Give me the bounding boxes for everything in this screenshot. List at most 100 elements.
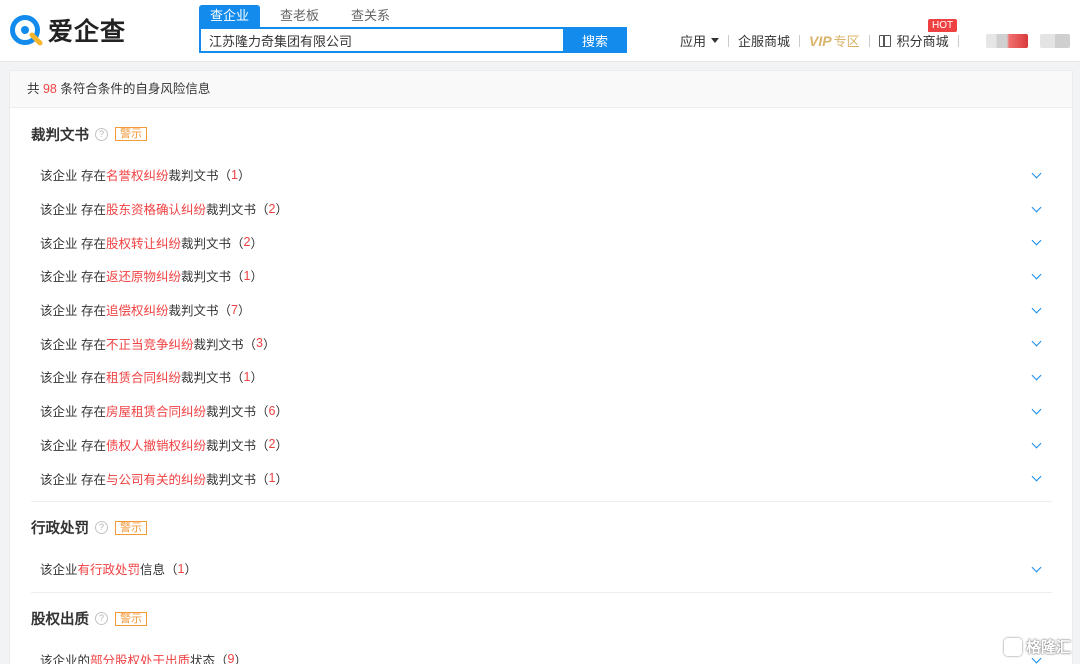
- risk-row[interactable]: 该企业 有行政处罚 信息（ 1）: [31, 552, 1052, 586]
- risk-summary: 共 98 条符合条件的自身风险信息: [10, 71, 1072, 108]
- section-title: 行政处罚: [31, 521, 89, 538]
- nav-points[interactable]: 积分商城: [878, 31, 949, 50]
- risk-type-link[interactable]: 股东资格确认纠纷: [106, 199, 206, 218]
- chevron-down-icon[interactable]: [1031, 404, 1042, 415]
- risk-type-link[interactable]: 与公司有关的纠纷: [106, 469, 206, 488]
- search-button[interactable]: 搜索: [563, 27, 627, 53]
- chevron-down-icon[interactable]: [1031, 202, 1042, 213]
- watermark: 格隆汇: [1004, 636, 1071, 657]
- help-icon[interactable]: ?: [95, 521, 108, 535]
- top-header: 爱企查 查企业 查老板 查关系 搜索 应用 企服商城 VIP 专区 积分商城 H…: [0, 0, 1080, 62]
- risk-row[interactable]: 该企业 存在 租赁合同纠纷 裁判文书（ 1）: [31, 360, 1052, 394]
- risk-count: 1: [243, 268, 251, 283]
- top-nav: 应用 企服商城 VIP 专区 积分商城: [680, 31, 968, 50]
- section-judgments: 裁判文书 ? 警示 该企业 存在 名誉权纠纷 裁判文书（ 1）该企业 存在 股东资格确认…: [10, 108, 1072, 502]
- chevron-down-icon[interactable]: [1031, 336, 1042, 347]
- nav-mall-label: 企服商城: [738, 34, 791, 49]
- row-prefix: 该企业 存在: [40, 438, 106, 453]
- row-prefix: 该企业 存在: [40, 169, 106, 184]
- search-box: 搜索: [199, 27, 627, 53]
- search-tabs: 查企业 查老板 查关系: [199, 5, 410, 27]
- chevron-down-icon[interactable]: [1031, 168, 1042, 179]
- risk-type-link[interactable]: 股权转让纠纷: [106, 233, 181, 252]
- section-header: 股权出质 ? 警示: [31, 593, 1052, 643]
- vip-zone-label: 专区: [833, 34, 860, 49]
- risk-type-link[interactable]: 不正当竞争纠纷: [106, 334, 194, 353]
- summary-prefix: 共: [27, 82, 43, 96]
- logo-text: 爱企查: [48, 18, 127, 46]
- nav-vip[interactable]: VIP 专区: [809, 31, 860, 50]
- risk-type-link[interactable]: 有行政处罚: [78, 559, 141, 578]
- chevron-down-icon[interactable]: [1031, 303, 1042, 314]
- row-suffix: 状态（: [190, 653, 228, 664]
- risk-row[interactable]: 该企业的 部分股权处于出质 状态（ 9）: [31, 643, 1052, 664]
- watermark-text: 格隆汇: [1026, 639, 1072, 656]
- risk-row[interactable]: 该企业 存在 股权转让纠纷 裁判文书（ 2）: [31, 225, 1052, 259]
- watermark-logo-icon: [1004, 637, 1022, 656]
- chevron-down-icon[interactable]: [1031, 562, 1042, 573]
- risk-count: 9: [227, 652, 235, 664]
- section-admin-penalty: 行政处罚 ? 警示 该企业 有行政处罚 信息（ 1）: [10, 502, 1072, 593]
- tab-relation[interactable]: 查关系: [339, 5, 402, 27]
- chevron-down-icon[interactable]: [1031, 438, 1042, 448]
- row-prefix: 该企业 存在: [40, 472, 106, 487]
- risk-row[interactable]: 该企业 存在 名誉权纠纷 裁判文书（ 1）: [31, 158, 1052, 192]
- nav-apps[interactable]: 应用: [680, 31, 720, 50]
- nav-mall[interactable]: 企服商城: [738, 31, 790, 50]
- row-suffix: 裁判文书（: [206, 438, 269, 453]
- row-suffix: 裁判文书（: [168, 169, 232, 184]
- risk-list: 该企业 存在 名誉权纠纷 裁判文书（ 1）该企业 存在 股东资格确认纠纷 裁判文书（ 2）该…: [31, 158, 1052, 502]
- row-suffix: 裁判文书（: [168, 304, 232, 319]
- tab-boss[interactable]: 查老板: [268, 5, 331, 27]
- chevron-down-icon[interactable]: [1031, 370, 1042, 381]
- row-suffix: 裁判文书（: [181, 371, 244, 386]
- row-end: ）: [234, 653, 248, 664]
- risk-count: 2: [268, 437, 276, 452]
- risk-row[interactable]: 该企业 存在 与公司有关的纠纷 裁判文书（ 1）: [31, 461, 1052, 495]
- summary-count: 98: [42, 82, 57, 96]
- section-title: 裁判文书: [31, 127, 89, 144]
- row-end: ）: [275, 472, 288, 487]
- row-end: ）: [275, 405, 288, 420]
- chevron-down-icon[interactable]: [1031, 269, 1042, 280]
- row-end: ）: [250, 371, 263, 386]
- chevron-down-icon[interactable]: [1031, 471, 1042, 482]
- risk-type-link[interactable]: 房屋租赁合同纠纷: [106, 401, 206, 420]
- help-icon[interactable]: ?: [95, 127, 108, 141]
- risk-row[interactable]: 该企业 存在 返还原物纠纷 裁判文书（ 1）: [31, 259, 1052, 293]
- row-prefix: 该企业 存在: [40, 203, 106, 218]
- row-suffix: 裁判文书（: [206, 472, 269, 487]
- row-end: ）: [250, 270, 263, 285]
- user-menu[interactable]: [1040, 34, 1070, 48]
- risk-row[interactable]: 该企业 存在 债权人撤销权纠纷 裁判文书（ 2）: [31, 428, 1052, 462]
- risk-row[interactable]: 该企业 存在 追偿权纠纷 裁判文书（ 7）: [31, 293, 1052, 327]
- section-header: 行政处罚 ? 警示: [31, 502, 1052, 552]
- risk-type-link[interactable]: 追偿权纠纷: [106, 300, 169, 319]
- nav-apps-label: 应用: [680, 34, 707, 49]
- gift-icon: [878, 34, 891, 47]
- section-equity-pledge: 股权出质 ? 警示 该企业的 部分股权处于出质 状态（ 9）: [10, 593, 1072, 664]
- row-end: ）: [237, 304, 251, 319]
- help-icon[interactable]: ?: [95, 612, 108, 626]
- risk-row[interactable]: 该企业 存在 股东资格确认纠纷 裁判文书（ 2）: [31, 192, 1052, 226]
- risk-row[interactable]: 该企业 存在 不正当竞争纠纷 裁判文书（ 3）: [31, 326, 1052, 360]
- chevron-down-icon[interactable]: [1031, 235, 1042, 246]
- logo[interactable]: 爱企查: [8, 10, 126, 50]
- section-title: 股权出质: [31, 612, 89, 629]
- tab-company[interactable]: 查企业: [199, 5, 261, 27]
- summary-suffix: 条符合条件的自身风险信息: [56, 82, 211, 96]
- row-end: ）: [250, 236, 263, 251]
- risk-type-link[interactable]: 名誉权纠纷: [106, 165, 169, 184]
- vip-label: VIP: [809, 32, 832, 49]
- risk-type-link[interactable]: 租赁合同纠纷: [106, 367, 181, 386]
- row-end: ）: [237, 169, 251, 184]
- search-input[interactable]: [199, 27, 563, 53]
- risk-count: 1: [231, 167, 238, 182]
- risk-type-link[interactable]: 债权人撤销权纠纷: [106, 435, 206, 454]
- user-avatar[interactable]: [986, 34, 1028, 48]
- risk-type-link[interactable]: 部分股权处于出质: [90, 650, 190, 664]
- warning-tag: 警示: [115, 611, 147, 626]
- warning-tag: 警示: [115, 520, 147, 535]
- risk-row[interactable]: 该企业 存在 房屋租赁合同纠纷 裁判文书（ 6）: [31, 394, 1052, 428]
- risk-type-link[interactable]: 返还原物纠纷: [106, 266, 181, 285]
